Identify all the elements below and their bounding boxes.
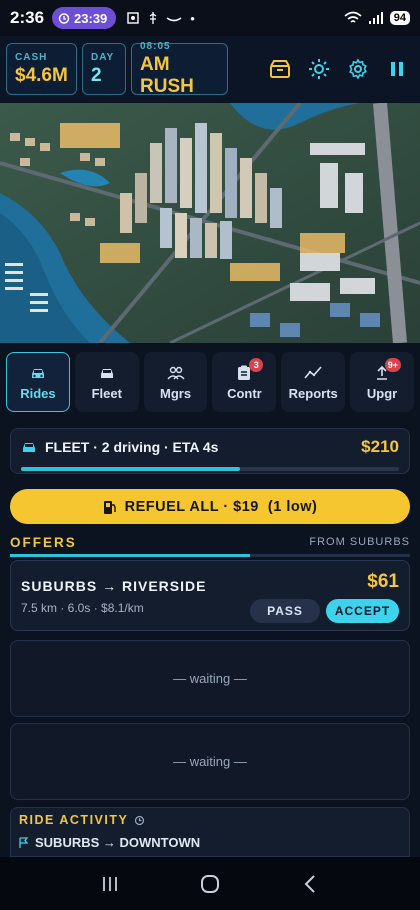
sun-icon xyxy=(309,59,329,79)
recent-apps-button[interactable] xyxy=(90,864,130,904)
pause-icon xyxy=(391,62,403,76)
tab-label: Upgr xyxy=(366,385,398,401)
settings-button[interactable] xyxy=(341,52,375,86)
notification-badge: 3 xyxy=(249,358,264,372)
cash-label: CASH xyxy=(15,51,48,63)
car-front-icon xyxy=(100,368,113,378)
fuel-pump-icon xyxy=(103,500,116,514)
tab-contracts[interactable]: Contr 3 xyxy=(212,352,277,412)
day-box: DAY 2 xyxy=(82,43,126,95)
main-tabs: Rides Fleet Mgrs Contr 3 Reports Upgr 9+ xyxy=(0,352,420,418)
pass-button[interactable]: PASS xyxy=(250,599,320,623)
fleet-progress-fill xyxy=(21,467,241,471)
car-icon xyxy=(23,443,35,452)
offer-price: $61 xyxy=(367,571,399,592)
city-map-view[interactable] xyxy=(0,103,420,343)
cash-value: $4.6M xyxy=(15,64,68,86)
shop-icon xyxy=(270,60,290,78)
home-icon xyxy=(201,874,219,893)
offers-source: FROM SUBURBS xyxy=(309,536,410,548)
usb-icon xyxy=(149,12,157,24)
tab-reports[interactable]: Reports xyxy=(281,352,346,412)
notification-badge: 9+ xyxy=(384,358,401,372)
dot-icon: • xyxy=(190,10,195,26)
alarm-time: 23:39 xyxy=(74,10,108,26)
status-bar: 2:36 23:39 • 94 xyxy=(0,0,420,36)
alarm-icon xyxy=(58,13,70,24)
people-icon xyxy=(167,366,185,379)
activity-item: SUBURBS → DOWNTOWN xyxy=(19,835,401,850)
tab-label: Fleet xyxy=(91,385,122,401)
fleet-status-text: FLEET · 2 driving · ETA 4s xyxy=(45,439,219,455)
day-value: 2 xyxy=(91,64,102,86)
accept-button[interactable]: ACCEPT xyxy=(326,599,399,623)
alarm-chip: 23:39 xyxy=(52,7,117,29)
flag-icon xyxy=(19,836,29,848)
clock-label: 08:05 xyxy=(140,40,171,52)
sun-button[interactable] xyxy=(302,52,336,86)
offers-timer-fill xyxy=(10,554,250,557)
tab-managers[interactable]: Mgrs xyxy=(143,352,208,412)
car-icon xyxy=(31,368,44,378)
top-hud: CASH $4.6M DAY 2 08:05 AM RUSH xyxy=(0,36,420,102)
waiting-text: — waiting — xyxy=(173,754,247,769)
tab-label: Reports xyxy=(288,385,338,401)
battery-icon: 94 xyxy=(389,11,410,25)
tab-fleet[interactable]: Fleet xyxy=(74,352,139,412)
cash-box: CASH $4.6M xyxy=(6,43,77,95)
shop-button[interactable] xyxy=(263,52,297,86)
day-label: DAY xyxy=(91,51,115,63)
recents-icon xyxy=(103,876,117,891)
refuel-label: REFUEL ALL · $19 (1 low) xyxy=(124,498,318,515)
offers-header: OFFERS FROM SUBURBS xyxy=(10,532,410,552)
system-nav-bar xyxy=(0,857,420,910)
tab-label: Rides xyxy=(20,385,56,401)
screenshot-icon xyxy=(127,12,139,24)
tab-rides[interactable]: Rides xyxy=(6,352,70,412)
offers-title: OFFERS xyxy=(10,534,77,550)
city-illustration xyxy=(0,103,420,343)
chart-icon xyxy=(304,365,322,379)
status-time: 2:36 xyxy=(10,8,45,27)
back-icon xyxy=(304,874,315,893)
offer-route: SUBURBS → RIVERSIDE xyxy=(21,578,207,594)
home-button[interactable] xyxy=(190,864,230,904)
pause-button[interactable] xyxy=(380,52,414,86)
history-icon xyxy=(135,815,145,825)
fleet-status-bar[interactable]: FLEET · 2 driving · ETA 4s $210 xyxy=(10,428,410,474)
tab-upgrades[interactable]: Upgr 9+ xyxy=(350,352,414,412)
signal-icon xyxy=(368,12,383,24)
offers-timer-bar xyxy=(10,554,410,557)
ride-activity-panel[interactable]: RIDE ACTIVITY SUBURBS → DOWNTOWN xyxy=(10,807,410,857)
clock-box: 08:05 AM RUSH xyxy=(131,40,228,97)
refuel-all-button[interactable]: REFUEL ALL · $19 (1 low) xyxy=(10,489,410,524)
fleet-amount: $210 xyxy=(361,437,399,456)
fleet-progress-bar xyxy=(21,467,399,471)
waiting-offer-slot: — waiting — xyxy=(10,723,410,800)
clock-value: AM RUSH xyxy=(140,53,194,97)
activity-title: RIDE ACTIVITY xyxy=(19,813,129,827)
waiting-text: — waiting — xyxy=(173,671,247,686)
gear-icon xyxy=(349,58,367,80)
wifi-icon xyxy=(344,11,362,23)
tab-label: Mgrs xyxy=(160,385,192,401)
waiting-offer-slot: — waiting — xyxy=(10,640,410,717)
amazon-icon xyxy=(166,17,182,22)
ride-offer-card: SUBURBS → RIVERSIDE 7.5 km · 6.0s · $8.1… xyxy=(10,560,410,631)
tab-label: Contr xyxy=(227,385,262,401)
back-button[interactable] xyxy=(290,864,330,904)
activity-route: SUBURBS → DOWNTOWN xyxy=(35,835,201,850)
